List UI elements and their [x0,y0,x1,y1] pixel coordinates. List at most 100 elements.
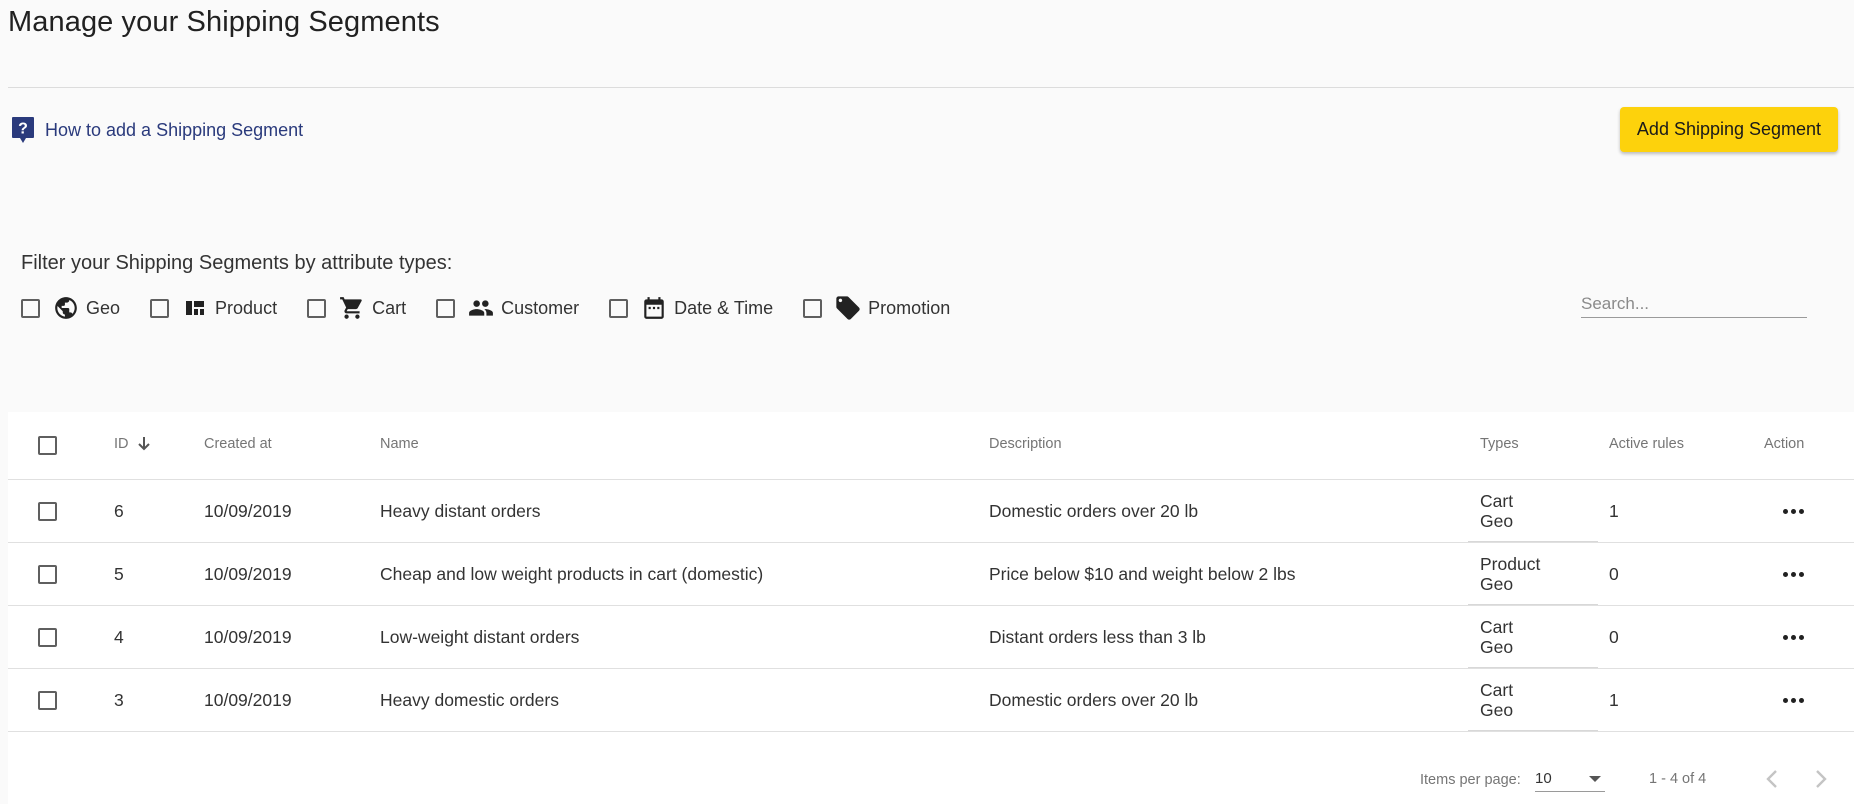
filter-geo-checkbox[interactable] [21,298,40,318]
page-range-label: 1 - 4 of 4 [1649,771,1707,787]
filter-row: Geo Product Cart Customer Date & Time Pr… [21,294,980,322]
row-active-rules: 1 [1609,500,1619,521]
table-row[interactable]: 4 10/09/2019 Low-weight distant orders D… [8,606,1854,669]
table-header: ID Created at Name Description Types Act… [8,412,1854,480]
row-checkbox[interactable] [38,502,57,521]
row-id: 4 [114,626,124,647]
search-input[interactable] [1581,290,1807,317]
help-question-icon: ? [11,116,35,144]
column-header-id-label: ID [114,436,129,452]
paginator: Items per page: 10 1 - 4 of 4 [8,758,1854,798]
column-header-created[interactable]: Created at [204,436,272,452]
column-header-active-rules[interactable]: Active rules [1609,436,1684,452]
row-type: Geo [1480,510,1514,531]
row-description: Distant orders less than 3 lb [989,626,1206,647]
search-field [1581,290,1807,318]
column-header-id[interactable]: ID [114,436,151,452]
add-shipping-segment-button[interactable]: Add Shipping Segment [1620,107,1838,152]
column-header-name[interactable]: Name [380,436,419,452]
items-per-page-label: Items per page: [1420,772,1521,788]
row-active-rules: 0 [1609,626,1619,647]
row-created: 10/09/2019 [204,563,292,584]
row-created: 10/09/2019 [204,500,292,521]
filter-product-checkbox[interactable] [150,298,170,318]
column-header-description[interactable]: Description [989,436,1062,452]
filter-product[interactable]: Product [150,294,277,322]
filter-customer[interactable]: Customer [436,294,579,322]
filter-promotion-label: Promotion [868,297,951,318]
row-name: Low-weight distant orders [380,626,580,647]
row-types: Cart Geo [1468,606,1598,668]
row-checkbox[interactable] [38,691,57,710]
row-id: 3 [114,689,124,710]
row-type: Product [1480,553,1541,574]
row-more-icon[interactable] [1778,669,1808,731]
filter-geo-label: Geo [86,297,121,318]
filter-cart-label: Cart [372,297,407,318]
row-types: Cart Geo [1468,480,1598,542]
previous-page-button[interactable] [1757,764,1787,794]
row-more-icon[interactable] [1778,543,1808,605]
column-header-action: Action [1764,436,1805,452]
row-type: Geo [1480,699,1514,720]
row-id: 6 [114,500,124,521]
segments-table: ID Created at Name Description Types Act… [8,412,1854,804]
filter-heading: Filter your Shipping Segments by attribu… [21,252,453,274]
people-icon [467,294,495,322]
chevron-left-icon [1766,770,1777,788]
row-name: Heavy distant orders [380,500,541,521]
row-type: Geo [1480,573,1514,594]
svg-text:?: ? [18,121,28,138]
table-row[interactable]: 3 10/09/2019 Heavy domestic orders Domes… [8,669,1854,732]
row-type: Geo [1480,636,1514,657]
tag-icon [834,294,862,322]
row-active-rules: 0 [1609,563,1619,584]
column-header-types[interactable]: Types [1480,436,1519,452]
page-title: Manage your Shipping Segments [8,6,440,38]
filter-customer-label: Customer [501,297,580,318]
row-active-rules: 1 [1609,689,1619,710]
items-per-page-select[interactable]: 10 [1535,766,1605,792]
row-more-icon[interactable] [1778,606,1808,668]
filter-cart-checkbox[interactable] [307,298,327,318]
row-type: Cart [1480,616,1514,637]
dropdown-caret-icon [1589,775,1601,782]
help-link[interactable]: ? How to add a Shipping Segment [11,117,303,143]
next-page-button[interactable] [1806,764,1836,794]
table-row[interactable]: 6 10/09/2019 Heavy distant orders Domest… [8,480,1854,543]
row-types: Product Geo [1468,543,1598,605]
globe-icon [52,294,80,322]
filter-cart[interactable]: Cart [307,294,406,322]
row-more-icon[interactable] [1778,480,1808,542]
row-type: Cart [1480,679,1514,700]
filter-customer-checkbox[interactable] [436,298,456,318]
dashboard-icon [181,294,209,322]
filter-geo[interactable]: Geo [21,294,120,322]
items-per-page-value: 10 [1535,770,1552,787]
table-row[interactable]: 5 10/09/2019 Cheap and low weight produc… [8,543,1854,606]
row-type: Cart [1480,490,1514,511]
filter-date-time[interactable]: Date & Time [609,294,773,322]
row-created: 10/09/2019 [204,626,292,647]
select-all-checkbox[interactable] [38,436,57,455]
row-checkbox[interactable] [38,628,57,647]
row-created: 10/09/2019 [204,689,292,710]
row-types: Cart Geo [1468,669,1598,731]
help-link-label: How to add a Shipping Segment [45,119,304,140]
row-description: Domestic orders over 20 lb [989,500,1199,521]
row-checkbox[interactable] [38,565,57,584]
page: Manage your Shipping Segments ? How to a… [0,0,1854,804]
calendar-icon [640,294,668,322]
filter-date-time-checkbox[interactable] [609,298,629,318]
row-description: Domestic orders over 20 lb [989,689,1199,710]
filter-promotion[interactable]: Promotion [803,294,950,322]
filter-promotion-checkbox[interactable] [803,298,823,318]
filter-product-label: Product [215,297,278,318]
filter-date-time-label: Date & Time [674,297,774,318]
cart-icon [338,294,366,322]
row-description: Price below $10 and weight below 2 lbs [989,563,1296,584]
row-id: 5 [114,563,124,584]
row-name: Heavy domestic orders [380,689,559,710]
title-divider [8,87,1854,88]
sort-arrow-down-icon [137,437,150,451]
